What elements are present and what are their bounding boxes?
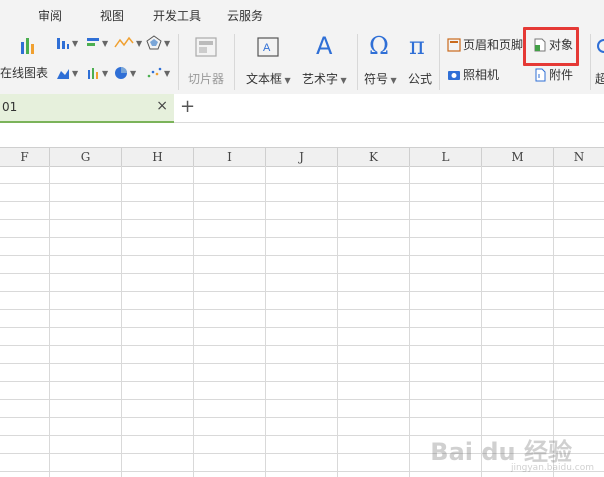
textbox-button[interactable]: A 文本框 ▼: [246, 36, 291, 87]
baidu-watermark: Bai du 经验 jingyan.baidu.com: [430, 432, 594, 473]
wordart-icon: A: [316, 32, 333, 58]
ribbon-separator: [178, 34, 179, 90]
camera-label: 照相机: [463, 68, 500, 82]
document-tab[interactable]: 01 ×: [0, 94, 174, 123]
slicer-icon: [195, 37, 217, 57]
camera-icon: [448, 70, 460, 80]
document-tab-label: 01: [2, 100, 18, 114]
omega-icon: Ω: [369, 32, 389, 58]
add-tab-icon[interactable]: +: [180, 96, 195, 117]
close-icon[interactable]: ×: [156, 98, 168, 114]
chevron-down-icon: ▼: [282, 76, 291, 85]
menu-developer[interactable]: 开发工具: [153, 7, 201, 24]
menu-review[interactable]: 审阅: [38, 7, 62, 24]
chevron-down-icon: ▼: [164, 68, 171, 78]
pie-chart-button[interactable]: ▼: [114, 66, 136, 80]
chevron-down-icon: ▼: [130, 68, 137, 78]
svg-text:A: A: [263, 42, 271, 54]
stock-chart-icon: [88, 68, 98, 79]
watermark-text: Bai du 经验: [430, 438, 572, 466]
online-chart-label: 在线图表: [0, 66, 49, 80]
bar-chart-button[interactable]: ▼: [56, 36, 78, 50]
column-header-m[interactable]: M: [482, 148, 554, 166]
radar-chart-icon: [146, 35, 162, 50]
attachment-label: 附件: [549, 68, 574, 82]
area-chart-icon: [57, 69, 69, 79]
ribbon-separator: [357, 34, 358, 90]
column-header-g[interactable]: G: [50, 148, 122, 166]
ribbon-toolbar: 在线图表 ▼ ▼ ▼ ▼ ▼ ▼ ▼ ▼ 切片器 A 文本框 ▼ A 艺术字 ▼: [0, 28, 604, 95]
ribbon-separator: [234, 34, 235, 90]
pie-chart-icon: [115, 67, 127, 79]
chevron-down-icon: ▼: [72, 68, 79, 78]
area-chart-button[interactable]: ▼: [56, 66, 78, 80]
slicer-label: 切片器: [188, 72, 225, 86]
column-header-f[interactable]: F: [0, 148, 50, 166]
hbar-chart-icon: [87, 38, 99, 46]
chevron-down-icon: ▼: [338, 76, 347, 85]
chevron-down-icon: ▼: [102, 38, 109, 48]
online-chart-icon: [21, 38, 34, 54]
menu-view[interactable]: 视图: [100, 7, 124, 24]
stock-chart-button[interactable]: ▼: [86, 66, 108, 80]
watermark-sub: jingyan.baidu.com: [510, 463, 594, 473]
chevron-down-icon: ▼: [136, 38, 143, 48]
column-header-k[interactable]: K: [338, 148, 410, 166]
svg-text:A: A: [316, 32, 333, 58]
chevron-down-icon: ▼: [388, 76, 397, 85]
wordart-label: 艺术字: [302, 72, 339, 86]
textbox-label: 文本框: [246, 72, 283, 86]
symbol-label: 符号: [364, 72, 389, 86]
pi-icon: π: [409, 32, 425, 58]
hyperlink-button[interactable]: 超: [594, 36, 604, 87]
column-header-h[interactable]: H: [122, 148, 194, 166]
svg-text:π: π: [409, 32, 425, 58]
column-header-n[interactable]: N: [554, 148, 604, 166]
formula-bar[interactable]: [0, 123, 604, 148]
formula-label: 公式: [407, 72, 432, 86]
line-chart-icon: [114, 36, 134, 48]
column-header-l[interactable]: L: [410, 148, 482, 166]
cell-grid[interactable]: [0, 166, 604, 477]
hyperlink-label: 超: [594, 72, 604, 86]
menu-cloud[interactable]: 云服务: [227, 7, 263, 24]
chevron-down-icon: ▼: [72, 38, 79, 48]
formula-button[interactable]: π 公式: [407, 32, 433, 87]
camera-button[interactable]: 照相机: [447, 66, 499, 83]
menu-bar: 审阅 视图 开发工具 云服务: [0, 0, 604, 28]
highlight-box: [523, 27, 579, 66]
column-header-row: F G H I J K L M N: [0, 148, 604, 167]
header-footer-icon: [447, 37, 461, 52]
scatter-chart-icon: [147, 67, 162, 78]
ribbon-separator: [439, 34, 440, 90]
scatter-chart-button[interactable]: ▼: [146, 66, 170, 80]
ribbon-separator: [590, 34, 591, 90]
chevron-down-icon: ▼: [102, 68, 109, 78]
online-chart-button[interactable]: 在线图表: [0, 34, 48, 81]
textbox-icon: A: [257, 37, 279, 57]
column-header-j[interactable]: J: [266, 148, 338, 166]
wordart-button[interactable]: A 艺术字 ▼: [302, 32, 347, 87]
column-header-i[interactable]: I: [194, 148, 266, 166]
slicer-button[interactable]: 切片器: [188, 36, 224, 87]
line-chart-button[interactable]: ▼: [114, 36, 142, 50]
svg-text:Ω: Ω: [369, 32, 389, 58]
symbol-button[interactable]: Ω 符号 ▼: [364, 32, 397, 87]
radar-chart-button[interactable]: ▼: [146, 35, 170, 51]
hyperlink-icon: [597, 39, 604, 53]
bar-chart-icon: [57, 38, 69, 49]
attachment-button[interactable]: 附件: [533, 66, 573, 83]
attachment-icon: [535, 68, 546, 81]
document-tab-bar: 01 × +: [0, 94, 604, 123]
hbar-chart-button[interactable]: ▼: [86, 36, 108, 50]
chevron-down-icon: ▼: [164, 38, 171, 48]
